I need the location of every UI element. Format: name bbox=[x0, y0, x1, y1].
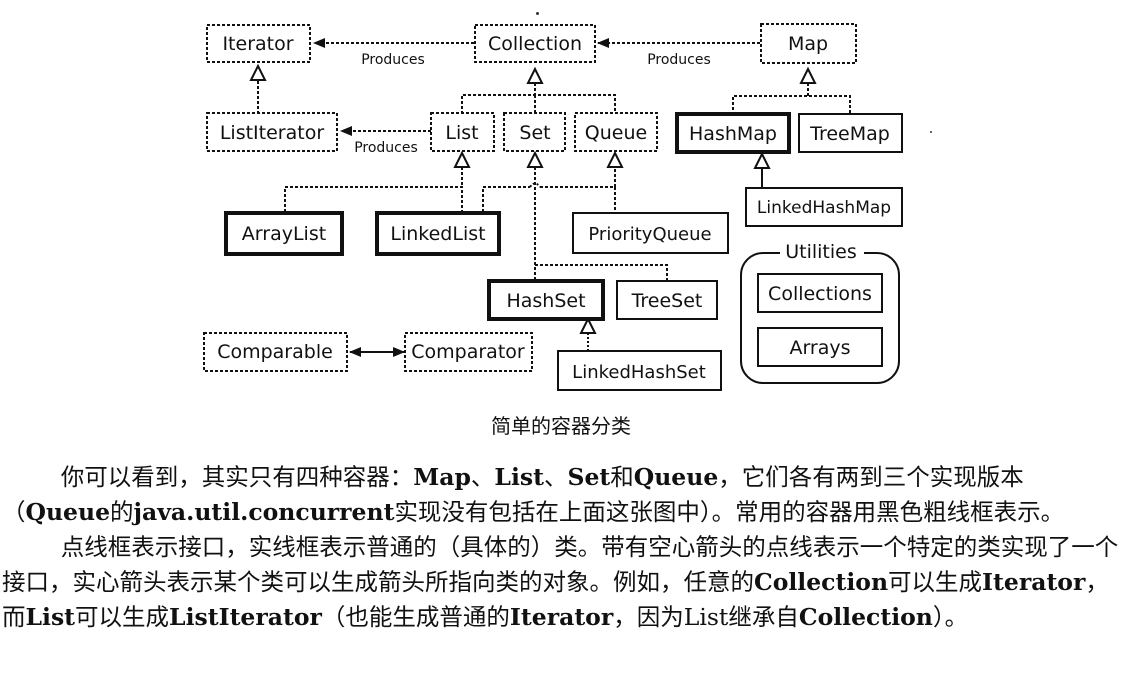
text-run: 可以生成 bbox=[888, 568, 983, 596]
hollow-arrow-icon bbox=[453, 150, 471, 168]
scan-speck bbox=[930, 131, 932, 133]
node-hash-map: HashMap bbox=[675, 112, 791, 154]
node-label: PriorityQueue bbox=[588, 224, 711, 245]
paragraph: 你可以看到，其实只有四种容器：Map、List、Set和Queue，它们各有两到… bbox=[2, 460, 1120, 530]
node-list-iterator: ListIterator bbox=[206, 112, 338, 152]
edge-lists-implement-list bbox=[284, 167, 463, 212]
node-label: LinkedList bbox=[390, 223, 485, 245]
node-linked-hash-map: LinkedHashMap bbox=[745, 187, 903, 227]
bold-term: ListIterator bbox=[169, 603, 322, 631]
node-set: Set bbox=[503, 112, 566, 152]
node-label: ListIterator bbox=[220, 122, 324, 144]
node-collections: Collections bbox=[757, 273, 883, 313]
node-collection: Collection bbox=[474, 24, 596, 63]
hollow-arrow-icon bbox=[579, 316, 597, 334]
text-run: 可以生成 bbox=[75, 603, 170, 631]
node-label: Iterator bbox=[222, 33, 293, 55]
edge-maps-implement-map bbox=[732, 83, 851, 115]
node-label: LinkedHashMap bbox=[757, 198, 891, 218]
node-iterator: Iterator bbox=[206, 24, 311, 63]
node-label: TreeMap bbox=[809, 123, 890, 145]
bold-term: Collection bbox=[798, 603, 933, 631]
node-label: Collections bbox=[768, 283, 872, 305]
node-label: Map bbox=[788, 33, 828, 55]
node-array-list: ArrayList bbox=[224, 211, 344, 256]
node-label: Comparator bbox=[411, 341, 525, 363]
node-label: Set bbox=[519, 122, 550, 144]
bold-term: Queue bbox=[25, 498, 111, 526]
node-label: TreeSet bbox=[631, 290, 703, 312]
edge-queue-implementations bbox=[482, 167, 616, 212]
node-arrays: Arrays bbox=[757, 327, 883, 367]
edge-list-set-queue-implements-collection bbox=[461, 83, 616, 114]
node-label: Comparable bbox=[217, 341, 333, 363]
node-label: Arrays bbox=[789, 337, 850, 359]
node-label: LinkedHashSet bbox=[572, 362, 706, 383]
text-run: ，因为List继承自 bbox=[613, 603, 799, 631]
produces-label: Produces bbox=[354, 140, 418, 156]
node-tree-set: TreeSet bbox=[616, 280, 718, 320]
text-run: 你可以看到，其实只有四种容器： bbox=[60, 463, 414, 491]
solid-inheritance-edges bbox=[529, 168, 763, 189]
node-list: List bbox=[430, 112, 495, 152]
node-linked-list: LinkedList bbox=[375, 211, 501, 256]
text-run: 、 bbox=[543, 463, 568, 491]
hollow-arrow-icon bbox=[526, 150, 544, 168]
figure-caption: 简单的容器分类 bbox=[491, 414, 631, 438]
text-run: 、 bbox=[470, 463, 495, 491]
text-run: 的 bbox=[110, 498, 134, 526]
bold-term: Iterator bbox=[509, 603, 614, 631]
container-taxonomy-diagram: Produces Produces Produces Utilities Ite… bbox=[203, 23, 903, 391]
node-label: Queue bbox=[585, 122, 647, 144]
bold-term: Collection bbox=[754, 568, 889, 596]
text-run: （也能生成普通的 bbox=[321, 603, 510, 631]
paragraph: 点线框表示接口，实线框表示普通的（具体的）类。带有空心箭头的点线表示一个特定的类… bbox=[2, 530, 1120, 635]
text-run: 实现没有包括在上面这张图中）。常用的容器用黑色粗线框表示。 bbox=[394, 498, 1065, 526]
produces-label: Produces bbox=[361, 52, 425, 68]
hollow-arrow-icon bbox=[526, 66, 544, 84]
node-layer: Iterator Collection Map ListIterator Lis… bbox=[203, 23, 903, 391]
node-tree-map: TreeMap bbox=[798, 113, 903, 153]
text-run: 和 bbox=[610, 463, 634, 491]
node-label: ArrayList bbox=[242, 223, 326, 245]
node-label: HashSet bbox=[506, 290, 585, 312]
bold-term: List bbox=[25, 603, 76, 631]
hollow-arrow-icon bbox=[799, 66, 817, 84]
node-linked-hash-set: LinkedHashSet bbox=[557, 350, 722, 391]
node-comparable: Comparable bbox=[203, 332, 348, 372]
node-label: Collection bbox=[488, 33, 582, 55]
bold-term: Queue bbox=[633, 463, 719, 491]
node-comparator: Comparator bbox=[404, 332, 533, 372]
node-hash-set: HashSet bbox=[487, 279, 605, 321]
scan-speck bbox=[536, 12, 539, 15]
hollow-arrow-icon bbox=[249, 63, 267, 81]
node-label: List bbox=[445, 122, 478, 144]
utilities-label: Utilities bbox=[785, 241, 857, 263]
bold-term: java.util.concurrent bbox=[133, 498, 395, 526]
bold-term: List bbox=[494, 463, 544, 491]
produces-label: Produces bbox=[647, 52, 711, 68]
bold-term: Set bbox=[567, 463, 611, 491]
body-text: 你可以看到，其实只有四种容器：Map、List、Set和Queue，它们各有两到… bbox=[2, 460, 1120, 635]
hollow-arrow-icon bbox=[753, 151, 771, 169]
node-queue: Queue bbox=[574, 112, 658, 152]
node-label: HashMap bbox=[689, 123, 777, 145]
hollow-arrow-icon bbox=[606, 150, 624, 168]
bold-term: Map bbox=[413, 463, 471, 491]
node-priority-queue: PriorityQueue bbox=[572, 212, 729, 254]
bold-term: Iterator bbox=[982, 568, 1086, 596]
node-map: Map bbox=[760, 23, 857, 64]
text-run: ）。 bbox=[932, 603, 969, 631]
